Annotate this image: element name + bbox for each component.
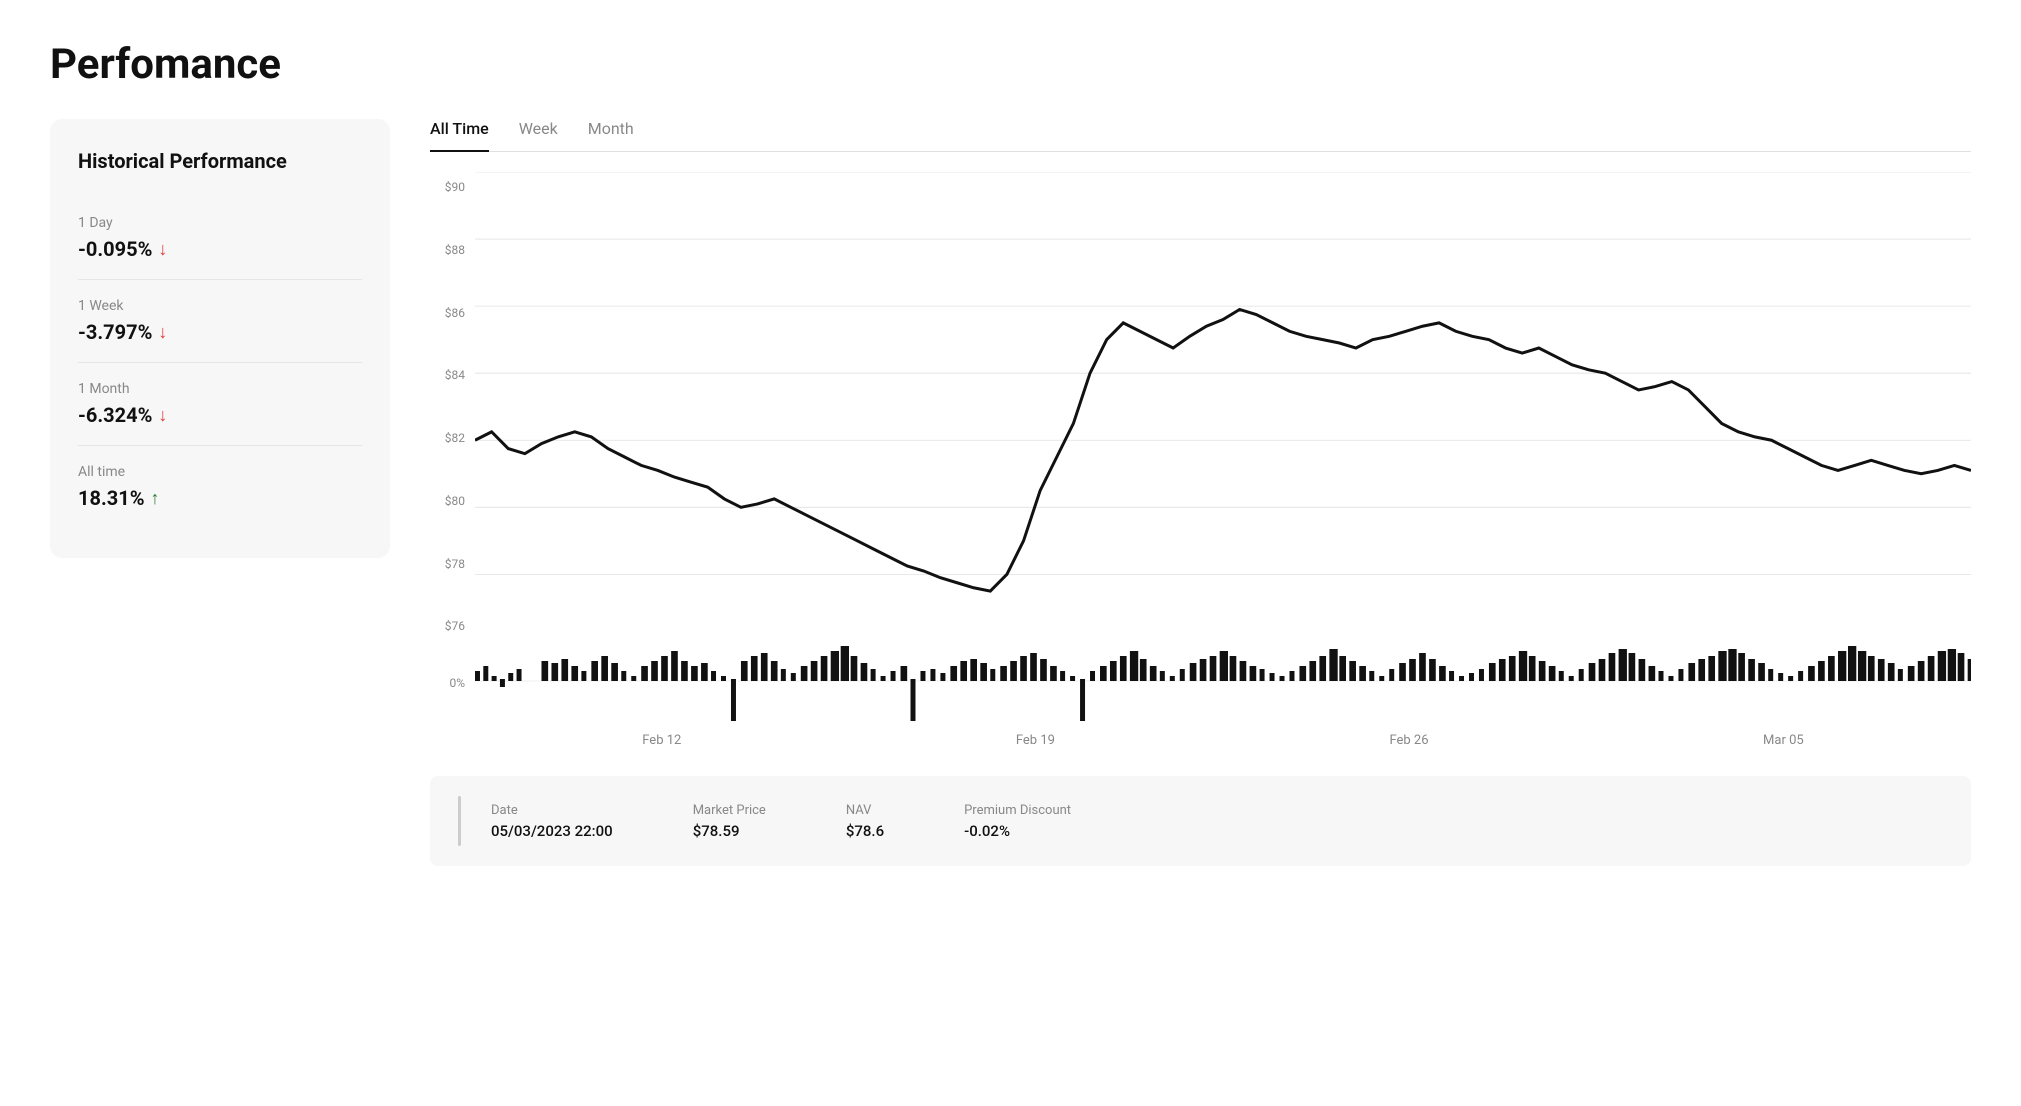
x-label-feb19: Feb 19 <box>1016 733 1055 748</box>
main-layout: Historical Performance 1 Day -0.095% ↓ 1… <box>50 119 1971 866</box>
stat-1-week-label: 1 Week <box>78 298 362 314</box>
stat-1-week: 1 Week -3.797% ↓ <box>78 280 362 363</box>
date-value: 05/03/2023 22:00 <box>491 822 613 840</box>
x-label-feb12: Feb 12 <box>642 733 681 748</box>
stat-all-time-value: 18.31% ↑ <box>78 486 362 510</box>
stat-1-day-value: -0.095% ↓ <box>78 237 362 261</box>
volume-y-label: 0% <box>430 641 475 725</box>
info-market-price-col: Market Price $78.59 <box>693 803 766 840</box>
historical-panel: Historical Performance 1 Day -0.095% ↓ 1… <box>50 119 390 558</box>
info-divider <box>458 796 461 846</box>
chart-panel: All Time Week Month $90 $88 $86 $84 $82 … <box>430 119 1971 866</box>
nav-value: $78.6 <box>846 822 884 840</box>
y-label-76: $76 <box>430 619 465 633</box>
arrow-down-icon-3: ↓ <box>158 405 167 426</box>
tab-week[interactable]: Week <box>519 119 558 152</box>
info-nav-col: NAV $78.6 <box>846 803 884 840</box>
volume-0-label: 0% <box>449 676 465 690</box>
arrow-down-icon-2: ↓ <box>158 322 167 343</box>
stat-1-day-label: 1 Day <box>78 215 362 231</box>
y-label-80: $80 <box>430 494 465 508</box>
market-price-value: $78.59 <box>693 822 766 840</box>
stat-1-month-label: 1 Month <box>78 381 362 397</box>
x-label-mar05: Mar 05 <box>1763 733 1804 748</box>
price-chart-svg <box>475 172 1971 641</box>
market-price-label: Market Price <box>693 803 766 818</box>
premium-label: Premium Discount <box>964 803 1071 818</box>
stat-all-time: All time 18.31% ↑ <box>78 446 362 528</box>
tab-month[interactable]: Month <box>588 119 634 152</box>
arrow-up-icon: ↑ <box>150 488 159 509</box>
volume-chart-svg-container <box>475 641 1971 725</box>
y-label-84: $84 <box>430 368 465 382</box>
premium-value: -0.02% <box>964 822 1071 840</box>
volume-chart-svg <box>475 641 1971 721</box>
stat-1-day: 1 Day -0.095% ↓ <box>78 197 362 280</box>
x-label-feb26: Feb 26 <box>1389 733 1428 748</box>
info-premium-col: Premium Discount -0.02% <box>964 803 1071 840</box>
info-date-col: Date 05/03/2023 22:00 <box>491 803 613 840</box>
stat-1-month-value: -6.324% ↓ <box>78 403 362 427</box>
date-label: Date <box>491 803 613 818</box>
time-tabs: All Time Week Month <box>430 119 1971 152</box>
y-axis-labels: $90 $88 $86 $84 $82 $80 $78 $76 <box>430 172 475 641</box>
info-panel: Date 05/03/2023 22:00 Market Price $78.5… <box>430 776 1971 866</box>
stat-1-week-value: -3.797% ↓ <box>78 320 362 344</box>
arrow-down-icon-1: ↓ <box>158 239 167 260</box>
info-columns: Date 05/03/2023 22:00 Market Price $78.5… <box>491 803 1071 840</box>
tab-all-time[interactable]: All Time <box>430 119 489 152</box>
volume-chart-row: 0% <box>430 641 1971 725</box>
y-label-88: $88 <box>430 243 465 257</box>
historical-title: Historical Performance <box>78 149 362 173</box>
stat-1-month: 1 Month -6.324% ↓ <box>78 363 362 446</box>
y-label-90: $90 <box>430 180 465 194</box>
y-label-82: $82 <box>430 431 465 445</box>
x-axis-labels: Feb 12 Feb 19 Feb 26 Mar 05 <box>475 725 1971 756</box>
y-label-78: $78 <box>430 557 465 571</box>
stat-all-time-label: All time <box>78 464 362 480</box>
y-label-86: $86 <box>430 306 465 320</box>
price-chart-row: $90 $88 $86 $84 $82 $80 $78 $76 <box>430 172 1971 641</box>
price-chart-svg-container <box>475 172 1971 641</box>
nav-label: NAV <box>846 803 884 818</box>
chart-container: $90 $88 $86 $84 $82 $80 $78 $76 <box>430 172 1971 866</box>
page-title: Perfomance <box>50 40 1971 89</box>
